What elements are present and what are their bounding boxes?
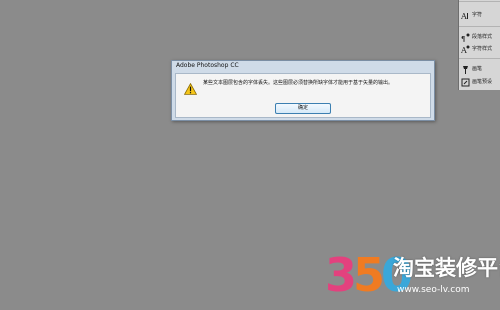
panel-divider [459, 1, 500, 2]
panel-item-label: 段落样式 [472, 33, 493, 40]
svg-text:A: A [461, 46, 467, 54]
panel-item-brush-presets[interactable]: 画笔预设 [461, 77, 492, 87]
panel-divider [459, 58, 500, 59]
dialog-message: 某些文本图层包含的字体丢失。这些图层必须替换所缺字体才能用于基于矢量的输出。 [203, 80, 394, 86]
panel-item-label: 画笔 [472, 65, 483, 72]
site-watermark: 350 淘宝装修平台 www.seo-lv.com [325, 248, 500, 310]
brush-preset-icon [461, 78, 470, 87]
dialog-body: 某些文本图层包含的字体丢失。这些图层必须替换所缺字体才能用于基于矢量的输出。 确… [175, 73, 431, 118]
panel-item-label: 字符 [472, 11, 483, 18]
dialog-title: Adobe Photoshop CC [176, 62, 239, 69]
alert-dialog: Adobe Photoshop CC 某些文本图层包含的字体丢失。这些图层必须替… [171, 60, 435, 121]
brush-icon [461, 65, 470, 74]
panel-item-character-styles[interactable]: A 字符样式 [461, 44, 492, 54]
side-panel: A 字符 ¶ 段落样式 A 字符样式 画笔 画笔预设 [458, 0, 500, 90]
dialog-titlebar[interactable]: Adobe Photoshop CC [172, 61, 434, 73]
panel-divider [459, 26, 500, 27]
watermark-site-name: 淘宝装修平台 [393, 256, 500, 280]
svg-text:¶: ¶ [461, 35, 465, 42]
type-icon: A [461, 11, 470, 20]
warning-icon [183, 80, 198, 95]
svg-text:A: A [461, 12, 467, 20]
panel-item-brush[interactable]: 画笔 [461, 64, 482, 74]
panel-item-paragraph-styles[interactable]: ¶ 段落样式 [461, 32, 492, 42]
character-style-icon: A [461, 45, 470, 54]
panel-item-label: 字符样式 [472, 45, 493, 52]
ok-button[interactable]: 确定 [275, 103, 331, 114]
paragraph-style-icon: ¶ [461, 33, 470, 42]
panel-item-character[interactable]: A 字符 [461, 10, 482, 20]
watermark-url: www.seo-lv.com [397, 285, 470, 295]
panel-item-label: 画笔预设 [472, 78, 493, 85]
